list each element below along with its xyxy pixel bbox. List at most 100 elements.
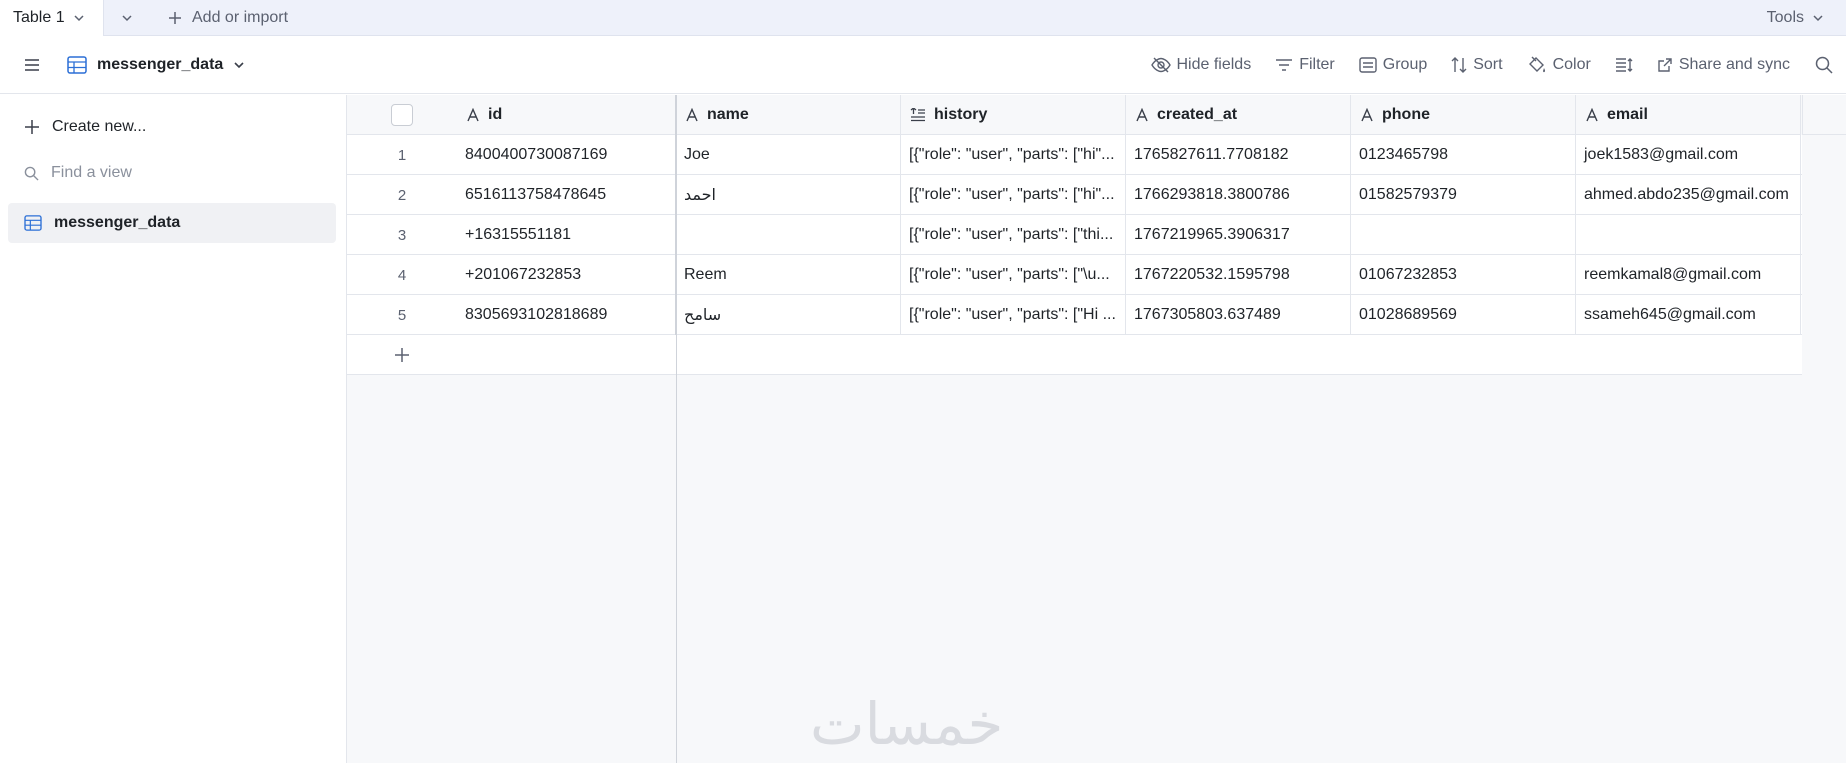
toolbar-actions: Hide fields Filter Group Sort Color Shar… [1139, 36, 1846, 94]
cell-history[interactable]: [{"role": "user", "parts": ["hi"... [901, 135, 1126, 175]
text-field-icon [1585, 108, 1599, 122]
chevron-down-icon [233, 59, 245, 71]
cell-name[interactable]: Reem [676, 255, 901, 295]
row-number: 2 [397, 186, 407, 204]
add-or-import-button[interactable]: Add or import [168, 0, 288, 36]
cell-history[interactable]: [{"role": "user", "parts": ["hi"... [901, 175, 1126, 215]
sidebar-item-label: messenger_data [54, 214, 181, 231]
add-column-area[interactable] [1802, 95, 1846, 135]
cell-id[interactable]: 8305693102818689 [457, 295, 676, 335]
cell-name[interactable]: احمد [676, 175, 901, 215]
row-height-button[interactable] [1603, 36, 1645, 94]
add-or-import-label: Add or import [192, 9, 289, 26]
cell-id[interactable]: +16315551181 [457, 215, 676, 255]
plus-icon [24, 119, 40, 135]
tab-table-1[interactable]: Table 1 [0, 0, 104, 36]
chevron-down-icon [1812, 12, 1824, 24]
cell-phone[interactable] [1351, 215, 1576, 255]
tools-label: Tools [1766, 9, 1804, 26]
column-header-history[interactable]: history [901, 95, 1126, 135]
chevron-down-icon[interactable] [73, 12, 85, 24]
cell-id[interactable]: 8400400730087169 [457, 135, 676, 175]
group-icon [1359, 57, 1377, 73]
cell-history[interactable]: [{"role": "user", "parts": ["Hi ... [901, 295, 1126, 335]
cell-created-at[interactable]: 1767305803.637489 [1126, 295, 1351, 335]
cell-email[interactable]: ahmed.abdo235@gmail.com [1576, 175, 1801, 215]
text-field-icon [1360, 108, 1374, 122]
table-body: 1 8400400730087169 Joe [{"role": "user",… [347, 135, 1802, 375]
column-header-id[interactable]: id [457, 95, 676, 135]
paint-bucket-icon [1527, 56, 1547, 74]
hide-fields-button[interactable]: Hide fields [1139, 36, 1264, 94]
cell-email[interactable]: reemkamal8@gmail.com [1576, 255, 1801, 295]
table-row[interactable]: 2 6516113758478645 احمد [{"role": "user"… [347, 175, 1802, 215]
search-button[interactable] [1802, 36, 1846, 94]
group-button[interactable]: Group [1347, 36, 1439, 94]
search-icon [1815, 56, 1833, 74]
table-row[interactable]: 3 +16315551181 [{"role": "user", "parts"… [347, 215, 1802, 255]
column-header-label: id [488, 106, 503, 123]
frozen-column-divider[interactable] [676, 95, 677, 763]
table-row[interactable]: 5 8305693102818689 سامح [{"role": "user"… [347, 295, 1802, 335]
sidebar-item-messenger-data[interactable]: messenger_data [8, 203, 336, 243]
column-header-created-at[interactable]: created_at [1126, 95, 1351, 135]
create-new-button[interactable]: Create new... [8, 107, 336, 147]
tab-label: Table 1 [13, 9, 65, 26]
cell-phone[interactable]: 0123465798 [1351, 135, 1576, 175]
find-view-input[interactable]: Find a view [8, 153, 336, 193]
row-number: 5 [397, 306, 407, 324]
sort-button[interactable]: Sort [1439, 36, 1514, 94]
view-selector[interactable]: messenger_data [67, 36, 245, 94]
cell-name[interactable]: Joe [676, 135, 901, 175]
find-view-placeholder: Find a view [51, 164, 132, 181]
cell-phone[interactable]: 01067232853 [1351, 255, 1576, 295]
column-header-label: history [934, 106, 988, 123]
cell-name[interactable] [676, 215, 901, 255]
column-header-email[interactable]: email [1576, 95, 1801, 135]
grid-view-icon [67, 56, 87, 74]
sort-icon [1451, 56, 1467, 74]
cell-created-at[interactable]: 1765827611.7708182 [1126, 135, 1351, 175]
cell-created-at[interactable]: 1767219965.3906317 [1126, 215, 1351, 255]
table-row[interactable]: 1 8400400730087169 Joe [{"role": "user",… [347, 135, 1802, 175]
plus-icon[interactable] [347, 335, 457, 374]
row-height-icon [1615, 57, 1633, 73]
column-header-label: name [707, 106, 749, 123]
cell-name[interactable]: سامح [676, 295, 901, 335]
column-header-row: id name history created_at phone email [347, 95, 1801, 135]
cell-id[interactable]: +201067232853 [457, 255, 676, 295]
create-new-label: Create new... [52, 118, 147, 135]
select-all-cell[interactable] [347, 95, 457, 135]
cell-history[interactable]: [{"role": "user", "parts": ["\u... [901, 255, 1126, 295]
filter-button[interactable]: Filter [1263, 36, 1347, 94]
plus-icon [168, 11, 182, 25]
share-and-sync-button[interactable]: Share and sync [1645, 36, 1802, 94]
color-button[interactable]: Color [1515, 36, 1603, 94]
cell-phone[interactable]: 01582579379 [1351, 175, 1576, 215]
filter-label: Filter [1299, 56, 1335, 73]
cell-email[interactable]: joek1583@gmail.com [1576, 135, 1801, 175]
views-sidebar: Create new... Find a view messenger_data [0, 95, 347, 763]
hamburger-menu-icon[interactable] [22, 55, 42, 75]
cell-email[interactable]: ssameh645@gmail.com [1576, 295, 1801, 335]
tools-menu-button[interactable]: Tools [1767, 0, 1824, 36]
column-header-label: created_at [1157, 106, 1238, 123]
view-name: messenger_data [97, 56, 224, 73]
column-header-phone[interactable]: phone [1351, 95, 1576, 135]
cell-created-at[interactable]: 1767220532.1595798 [1126, 255, 1351, 295]
watermark-logo: خمسات [810, 690, 1004, 758]
add-row-button[interactable] [347, 335, 1802, 375]
cell-created-at[interactable]: 1766293818.3800786 [1126, 175, 1351, 215]
column-header-name[interactable]: name [676, 95, 901, 135]
grid-view-icon [24, 215, 42, 231]
cell-phone[interactable]: 01028689569 [1351, 295, 1576, 335]
cell-history[interactable]: [{"role": "user", "parts": ["thi... [901, 215, 1126, 255]
add-row-area[interactable] [676, 335, 1802, 374]
group-label: Group [1382, 56, 1428, 73]
select-all-checkbox[interactable] [391, 104, 413, 126]
tabs-dropdown-button[interactable] [117, 8, 137, 28]
table-row[interactable]: 4 +201067232853 Reem [{"role": "user", "… [347, 255, 1802, 295]
text-field-icon [685, 108, 699, 122]
cell-email[interactable] [1576, 215, 1801, 255]
cell-id[interactable]: 6516113758478645 [457, 175, 676, 215]
